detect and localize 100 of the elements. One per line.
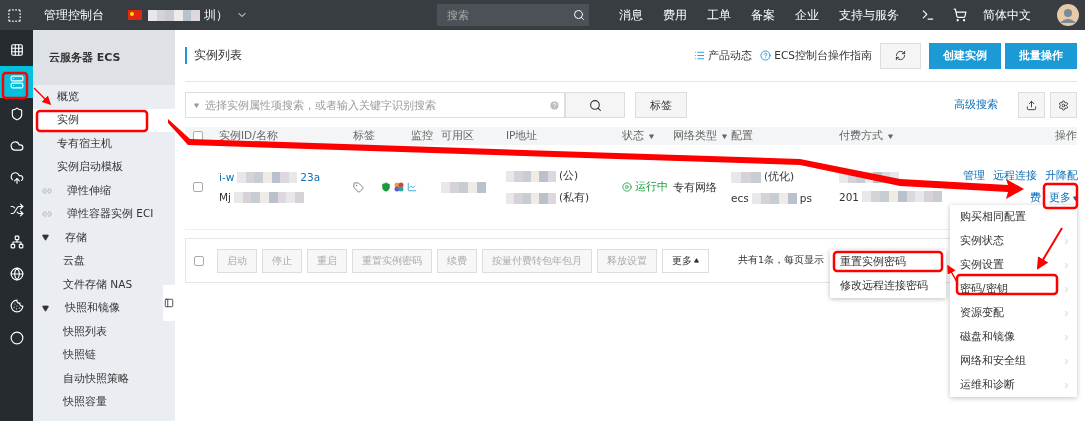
config-text: ps (799, 192, 812, 204)
action-link[interactable]: 管理 (963, 169, 985, 183)
cloud-icon (9, 139, 24, 153)
sidebar-item[interactable]: 快照链 (33, 343, 162, 367)
caret-icon (694, 258, 699, 263)
sidebar-group[interactable]: 存储 (33, 226, 162, 250)
blurred-text (506, 192, 556, 204)
shield-icon[interactable] (381, 182, 391, 192)
menu-item[interactable]: 运维和诊断 (950, 373, 1077, 397)
sidebar-item[interactable]: 快照列表 (33, 320, 162, 344)
sidebar-item[interactable]: 概览 (33, 85, 162, 109)
column-header: 操作 (1055, 129, 1077, 143)
nav-link[interactable]: 支持与服务 (839, 6, 899, 24)
config-text: ecs (731, 192, 749, 204)
caret-icon[interactable] (1073, 195, 1078, 201)
menu-item[interactable]: 修改远程连接密码 (830, 274, 946, 298)
tag-button[interactable]: 标签 (635, 92, 687, 118)
sidebar-item[interactable]: 实例启动模板 (33, 155, 162, 179)
column-header: 标签 (353, 129, 376, 143)
sidebar-item[interactable]: 自动快照策略 (33, 367, 162, 391)
collapse-handle[interactable] (163, 285, 175, 321)
export-icon (1026, 99, 1037, 111)
column-header[interactable]: 状态 (622, 129, 673, 143)
settings-icon (1058, 99, 1069, 111)
nav-link[interactable]: 消息 (619, 6, 643, 24)
search-icon[interactable] (573, 9, 585, 21)
sort-icon[interactable] (888, 133, 893, 139)
sidebar-item[interactable]: 弹性伸缩 (33, 179, 162, 203)
column-header: 配置 (731, 129, 754, 143)
column-header: 监控 (411, 129, 434, 143)
advanced-search-link[interactable]: 高级搜索 (954, 98, 998, 112)
column-header: IP地址 (506, 129, 539, 143)
column-header[interactable]: 网络类型 (673, 129, 731, 143)
chevron-right-icon (1062, 236, 1071, 246)
cart-icon[interactable] (953, 8, 967, 22)
ip-address: (私有) (559, 191, 590, 205)
flower-icon[interactable] (394, 182, 404, 192)
instance-id-link[interactable]: 23a (300, 171, 321, 183)
annotation-arrow (33, 87, 52, 106)
blurred-text (148, 9, 200, 21)
server-icon (9, 75, 24, 89)
refresh-button[interactable] (880, 42, 921, 69)
annotation-arrow (1036, 227, 1063, 270)
sidebar-item[interactable]: 专有宿主机 (33, 132, 162, 156)
nav-link[interactable]: 费用 (663, 6, 687, 24)
list-icon (694, 50, 706, 61)
export-button[interactable] (1018, 92, 1045, 118)
menu-item[interactable]: 磁盘和镜像 (950, 325, 1077, 349)
checkbox[interactable] (193, 182, 203, 192)
search-button[interactable] (565, 92, 625, 118)
column-header[interactable]: 付费方式 (839, 129, 963, 143)
menu-item[interactable]: 购买相同配置 (950, 205, 1077, 229)
nav-link[interactable]: 工单 (707, 6, 731, 24)
action-link[interactable]: 升降配 (1045, 169, 1078, 183)
menu-item[interactable]: 密码/密钥 (950, 277, 1077, 301)
chevron-right-icon (1062, 380, 1071, 390)
circle-icon (9, 331, 24, 345)
help-icon (760, 50, 772, 61)
sidebar-item[interactable]: 云盘 (33, 249, 162, 273)
sort-icon[interactable] (649, 133, 654, 139)
menu-item[interactable]: 网络和安全组 (950, 349, 1077, 373)
link-text[interactable]: 产品动态 (708, 48, 753, 63)
menu-item[interactable]: 资源变配 (950, 301, 1077, 325)
panel-icon (164, 298, 174, 308)
sidebar-item[interactable]: 快照容量 (33, 390, 162, 414)
logo-icon[interactable] (7, 7, 22, 23)
action-link[interactable]: 远程连接 (993, 169, 1037, 183)
column-header: 可用区 (441, 129, 475, 143)
annotation-arrow (947, 264, 958, 283)
settings-button[interactable] (1050, 92, 1077, 118)
sidebar-group[interactable]: 快照和镜像 (33, 296, 162, 320)
config-text: (优化) (764, 170, 795, 184)
chevron-right-icon (1062, 356, 1071, 366)
avatar[interactable] (1057, 4, 1079, 26)
checkbox[interactable] (194, 255, 204, 266)
nav-link[interactable]: 企业 (795, 6, 819, 24)
shield-icon (9, 107, 24, 121)
menu-item[interactable]: 实例状态 (950, 229, 1077, 253)
sidebar-item[interactable]: 文件存储 NAS (33, 273, 162, 297)
help-link[interactable]: 产品动态 (694, 48, 753, 63)
menu-item[interactable]: 实例设置 (950, 253, 1077, 277)
sidebar-title: 云服务器 ECS (49, 50, 121, 65)
sort-icon[interactable] (722, 133, 727, 139)
annotation-box (1, 71, 29, 100)
status-text: 运行中 (635, 180, 668, 194)
grid-icon (9, 43, 24, 57)
nav-link[interactable]: 备案 (751, 6, 775, 24)
blurred-text (731, 171, 761, 183)
more-link[interactable]: 更多 (1049, 191, 1071, 205)
language-selector[interactable]: 简体中文 (983, 6, 1031, 24)
menu-item[interactable]: 重置实例密码 (830, 250, 946, 274)
terminal-icon[interactable] (921, 8, 935, 22)
instance-id-link[interactable]: i-w (219, 171, 235, 183)
sidebar-item[interactable]: 弹性容器实例 ECI (33, 202, 162, 226)
region-selector[interactable]: 圳） (204, 6, 228, 24)
network-type: 专有网络 (673, 179, 718, 195)
search-field[interactable]: 搜索 (437, 4, 589, 26)
console-title[interactable]: 管理控制台 (44, 6, 104, 24)
action-link[interactable]: 费 (1030, 191, 1041, 205)
bulk-action-button[interactable]: 更多 (662, 248, 709, 273)
